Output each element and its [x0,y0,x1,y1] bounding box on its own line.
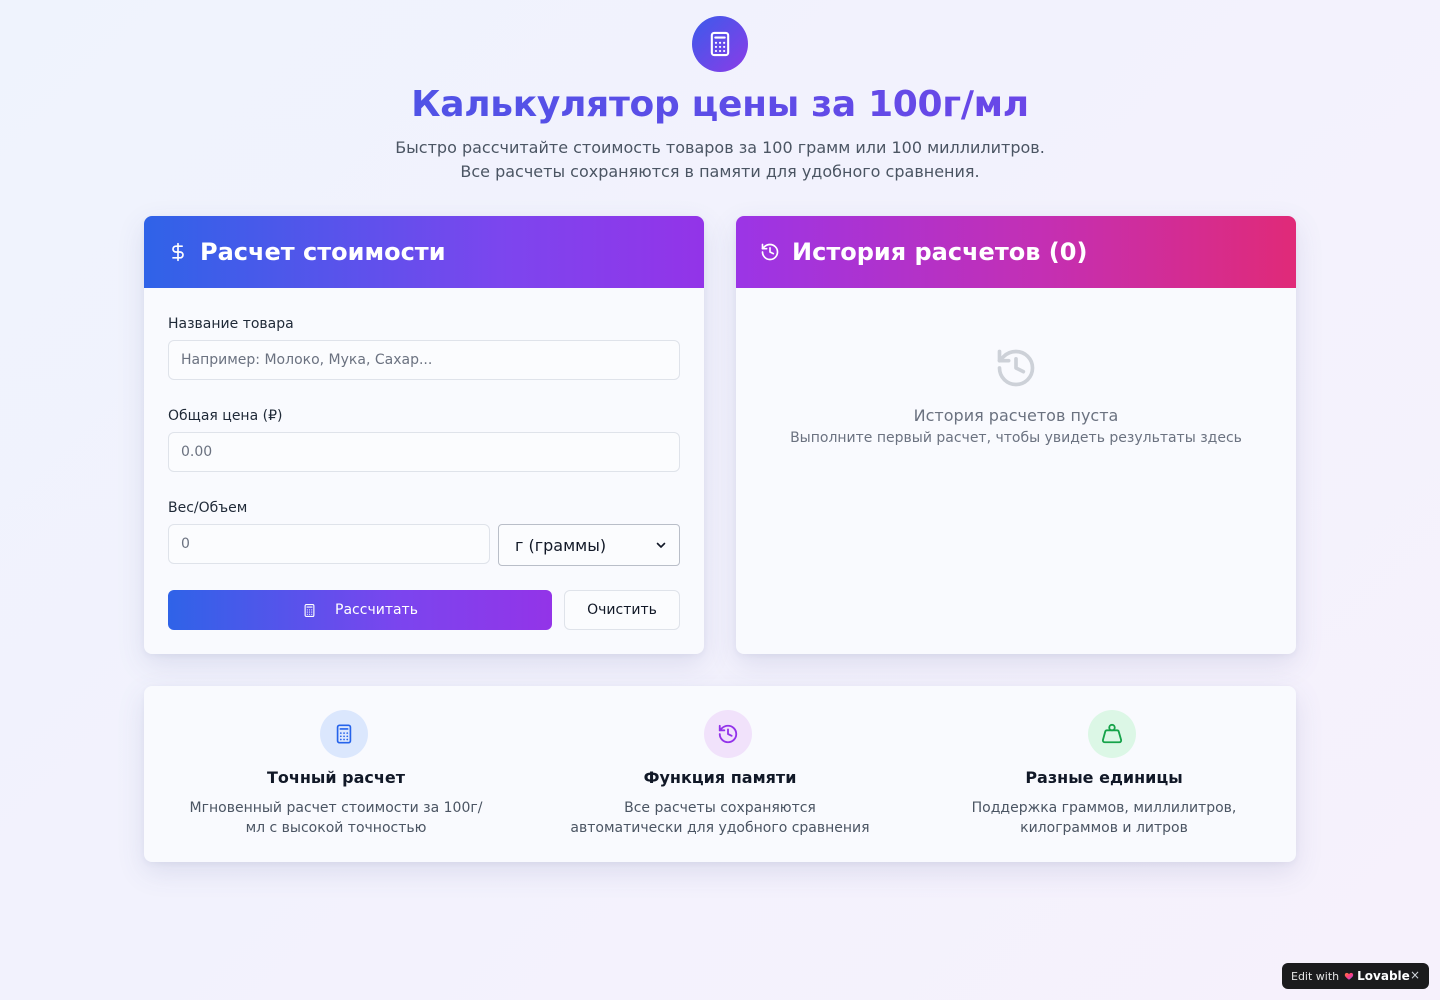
badge-prefix: Edit with [1291,969,1340,983]
calculator-icon [320,710,368,758]
calculate-button-label: Рассчитать [335,602,418,618]
price-input[interactable] [168,432,680,472]
history-card-title: История расчетов (0) [792,238,1088,266]
dollar-icon [168,242,188,262]
weight-input[interactable] [168,524,490,564]
feature-title: Разные единицы [1025,768,1183,787]
history-icon [994,346,1038,390]
unit-select-value: г (граммы) [515,535,607,555]
feature-title: Функция памяти [643,768,797,787]
feature-item: Разные единицы Поддержка граммов, миллил… [912,686,1296,862]
edit-with-lovable-badge[interactable]: Edit with Lovable × [1282,963,1429,989]
history-icon [704,710,752,758]
feature-item: Точный расчет Мгновенный расчет стоимост… [144,686,528,862]
price-label: Общая цена (₽) [168,408,283,424]
product-name-label: Название товара [168,316,294,332]
features-card: Точный расчет Мгновенный расчет стоимост… [144,686,1296,862]
page-subtitle: Быстро рассчитайте стоимость товаров за … [395,138,1045,181]
calculator-card-title: Расчет стоимости [200,238,446,266]
feature-description: Все расчеты сохраняются автоматически дл… [570,800,870,836]
weight-icon [1088,710,1136,758]
feature-description: Мгновенный расчет стоимости за 100г/мл с… [189,800,483,836]
badge-brand: Lovable [1357,969,1410,983]
calculator-card-header: Расчет стоимости [144,216,704,288]
heart-icon [1344,971,1354,981]
history-empty-subtitle: Выполните первый расчет, чтобы увидеть р… [790,430,1242,446]
feature-item: Функция памяти Все расчеты сохраняются а… [528,686,912,862]
history-icon [760,242,780,262]
product-name-input[interactable] [168,340,680,380]
clear-button[interactable]: Очистить [564,590,680,630]
close-icon[interactable]: × [1410,968,1420,982]
chevron-down-icon [655,539,667,551]
feature-title: Точный расчет [266,768,406,787]
history-card: История расчетов (0) История расчетов пу… [736,216,1296,654]
calculator-card: Расчет стоимости Название товара Общая ц… [144,216,704,654]
page: Калькулятор цены за 100г/мл Быстро рассч… [0,0,1440,1000]
history-empty-title: История расчетов пуста [913,406,1119,425]
weight-label: Вес/Объем [168,500,248,516]
page-title: Калькулятор цены за 100г/мл [0,84,1440,125]
calculator-icon [302,603,317,618]
calculator-icon [692,16,748,72]
unit-select[interactable]: г (граммы) [498,524,680,566]
feature-description: Поддержка граммов, миллилитров, килограм… [971,800,1237,836]
calculate-button[interactable]: Рассчитать [168,590,552,630]
lovable-logo: Lovable [1344,969,1410,983]
history-card-header: История расчетов (0) [736,216,1296,288]
